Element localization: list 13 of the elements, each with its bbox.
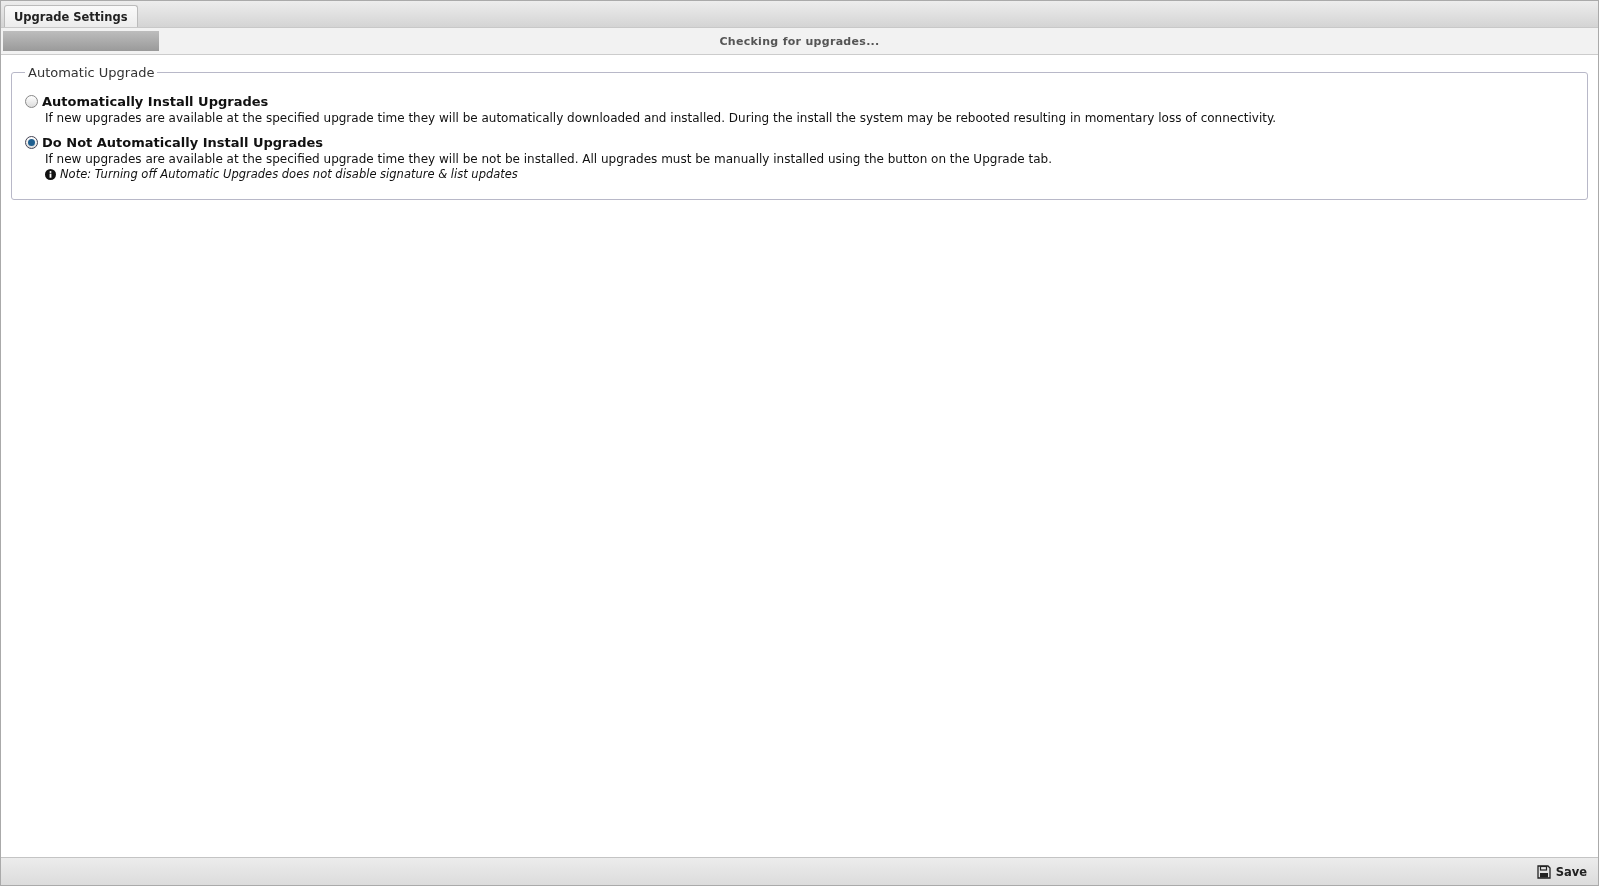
progress-message: Checking for upgrades... xyxy=(718,34,881,48)
option-label[interactable]: Automatically Install Upgrades xyxy=(42,94,269,109)
save-button[interactable]: Save xyxy=(1533,862,1590,881)
note-text: Note: Turning off Automatic Upgrades does not disable signature & list updates xyxy=(60,167,518,181)
radio-button[interactable] xyxy=(25,95,38,108)
radio-button[interactable] xyxy=(25,136,38,149)
option-description: If new upgrades are available at the specified upgrade time they will be not be installed. All upgrades must be manually installed using the button on the Upgrade tab. xyxy=(45,152,1053,166)
option-description: If new upgrades are available at the specified upgrade time they will be automatically downloaded and installed. During the install the system may be rebooted resulting in momentary loss of connectivity. xyxy=(45,111,1278,125)
save-icon xyxy=(1536,864,1551,879)
info-icon xyxy=(45,168,56,180)
option-label[interactable]: Do Not Automatically Install Upgrades xyxy=(42,135,324,150)
tab[interactable]: Upgrade Settings xyxy=(4,5,138,27)
group-title: Automatic Upgrade xyxy=(27,65,156,80)
